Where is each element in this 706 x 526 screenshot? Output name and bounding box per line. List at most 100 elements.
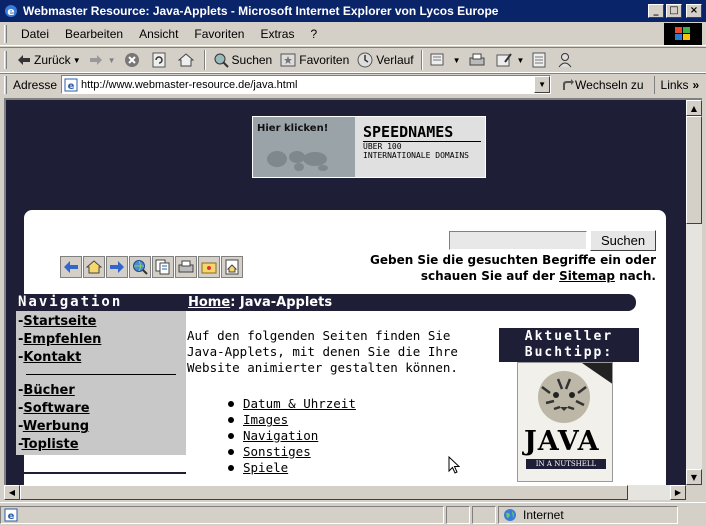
folder-icon[interactable] [198, 256, 220, 278]
nav-link-topliste[interactable]: -Topliste [18, 436, 186, 454]
edit-button[interactable]: ▼ [492, 49, 529, 71]
nav-link-empfehlen[interactable]: -Empfehlen [18, 331, 186, 349]
discuss-button[interactable] [528, 49, 553, 71]
close-button[interactable]: × [686, 4, 702, 18]
mail-icon [430, 53, 444, 66]
maximize-button[interactable]: □ [666, 4, 682, 18]
search-submit-button[interactable]: Suchen [590, 230, 656, 251]
list-item[interactable]: Spiele [228, 460, 356, 476]
menu-datei[interactable]: Datei [13, 27, 57, 41]
category-list: Datum & Uhrzeit Images Navigation Sonsti… [228, 396, 356, 476]
status-text: e [0, 505, 444, 524]
history-button[interactable]: Verlauf [353, 49, 417, 71]
toolbar-grip[interactable] [4, 75, 7, 94]
page-icon: e [64, 78, 78, 92]
links-toolbar[interactable]: Links» [653, 75, 700, 94]
chevron-icon: » [692, 77, 700, 92]
scroll-up-button[interactable]: ▲ [686, 100, 702, 116]
home-icon [177, 53, 194, 67]
printer-icon [469, 53, 485, 66]
site-icon-bar [60, 256, 244, 278]
messenger-button[interactable] [553, 49, 580, 71]
address-dropdown-button[interactable]: ▼ [534, 76, 551, 93]
menu-ansicht[interactable]: Ansicht [131, 27, 186, 41]
browser-viewport: Hier klicken! SPEEDNAMES ÜBER 100 INTERN… [4, 98, 686, 485]
book-tip-heading: Aktueller Buchtipp: [499, 328, 639, 362]
mail-button[interactable]: ▼ [426, 49, 465, 71]
window-title: Webmaster Resource: Java-Applets - Micro… [23, 4, 499, 18]
menu-extras[interactable]: Extras [252, 27, 302, 41]
arrow-right-icon[interactable] [106, 256, 128, 278]
forward-arrow-icon [89, 55, 102, 65]
list-item[interactable]: Sonstiges [228, 444, 356, 460]
scroll-right-button[interactable]: ▶ [670, 485, 686, 500]
toolbar-grip[interactable] [4, 51, 7, 69]
nav-link-software[interactable]: -Software [18, 400, 186, 418]
address-input[interactable]: e http://www.webmaster-resource.de/java.… [61, 75, 552, 94]
vertical-scrollbar[interactable]: ▲ ▼ [686, 98, 702, 485]
home-button[interactable] [174, 49, 201, 71]
world-map-icon [267, 151, 328, 171]
search-button[interactable]: Suchen [209, 49, 277, 71]
list-item[interactable]: Datum & Uhrzeit [228, 396, 356, 412]
minimize-button[interactable]: _ [648, 4, 664, 18]
home-icon[interactable] [83, 256, 105, 278]
book-title: JAVA [524, 426, 600, 457]
speednames-banner[interactable]: Hier klicken! SPEEDNAMES ÜBER 100 INTERN… [252, 116, 486, 178]
horizontal-scrollbar[interactable]: ◀ ▶ [4, 485, 686, 500]
nav-link-kontakt[interactable]: -Kontakt [18, 349, 186, 367]
refresh-button[interactable] [147, 49, 174, 71]
nav-link-werbung[interactable]: -Werbung [18, 418, 186, 436]
forward-button[interactable]: ▼ [85, 49, 120, 71]
breadcrumb: Home: Java-Applets [186, 294, 636, 311]
copy-icon[interactable] [152, 256, 174, 278]
list-item[interactable]: Images [228, 412, 356, 428]
back-arrow-icon [18, 55, 30, 65]
print-button[interactable] [465, 49, 492, 71]
back-button[interactable]: Zurück ▼ [13, 49, 85, 71]
print-icon[interactable] [175, 256, 197, 278]
scroll-down-button[interactable]: ▼ [686, 469, 702, 485]
banner-tagline-1: ÜBER 100 [363, 142, 402, 151]
book-tip: Aktueller Buchtipp: JAVA IN A NUTSHELL [499, 328, 639, 482]
search-globe-icon [214, 53, 229, 68]
nav-link-startseite[interactable]: -Startseite [18, 313, 186, 331]
nav-footer-divider [16, 472, 186, 474]
list-item[interactable]: Navigation [228, 428, 356, 444]
nav-divider [26, 374, 176, 375]
tiger-illustration [538, 363, 612, 423]
book-cover-image[interactable]: JAVA IN A NUTSHELL [517, 362, 613, 482]
svg-text:e: e [68, 81, 75, 92]
banner-tagline-2: INTERNATIONALE DOMAINS [363, 151, 469, 160]
vertical-scroll-thumb[interactable] [686, 116, 702, 224]
scroll-left-button[interactable]: ◀ [4, 485, 20, 500]
address-url: http://www.webmaster-resource.de/java.ht… [81, 78, 298, 91]
globe-search-icon[interactable] [129, 256, 151, 278]
mouse-cursor-icon [448, 456, 460, 474]
favorites-button[interactable]: Favoriten [276, 49, 353, 71]
banner-cta: Hier klicken! [257, 123, 329, 134]
address-label: Adresse [13, 77, 58, 92]
windows-logo-icon [664, 23, 702, 45]
arrow-left-icon[interactable] [60, 256, 82, 278]
svg-text:e: e [8, 511, 15, 522]
go-button[interactable]: Wechseln zu [557, 78, 647, 92]
sitemap-link[interactable]: Sitemap [559, 269, 615, 283]
menu-favoriten[interactable]: Favoriten [186, 27, 252, 41]
history-icon [357, 52, 373, 68]
house-page-icon[interactable] [221, 256, 243, 278]
breadcrumb-home-link[interactable]: Home [188, 295, 230, 310]
banner-brand: SPEEDNAMES [363, 123, 481, 142]
edit-icon [496, 53, 512, 67]
menu-bar: Datei Bearbeiten Ansicht Favoriten Extra… [0, 22, 706, 46]
menu-bearbeiten[interactable]: Bearbeiten [57, 27, 131, 41]
menu-help[interactable]: ? [302, 27, 325, 41]
stop-button[interactable] [120, 49, 147, 71]
horizontal-scroll-thumb[interactable] [20, 485, 628, 500]
search-input[interactable] [449, 231, 587, 250]
stop-icon [124, 53, 139, 67]
navigation-sidebar: Navigation -Startseite -Empfehlen -Konta… [16, 294, 186, 455]
nav-link-buecher[interactable]: -Bücher [18, 382, 186, 400]
toolbar-grip[interactable] [4, 24, 7, 43]
address-bar: Adresse e http://www.webmaster-resource.… [0, 73, 706, 95]
